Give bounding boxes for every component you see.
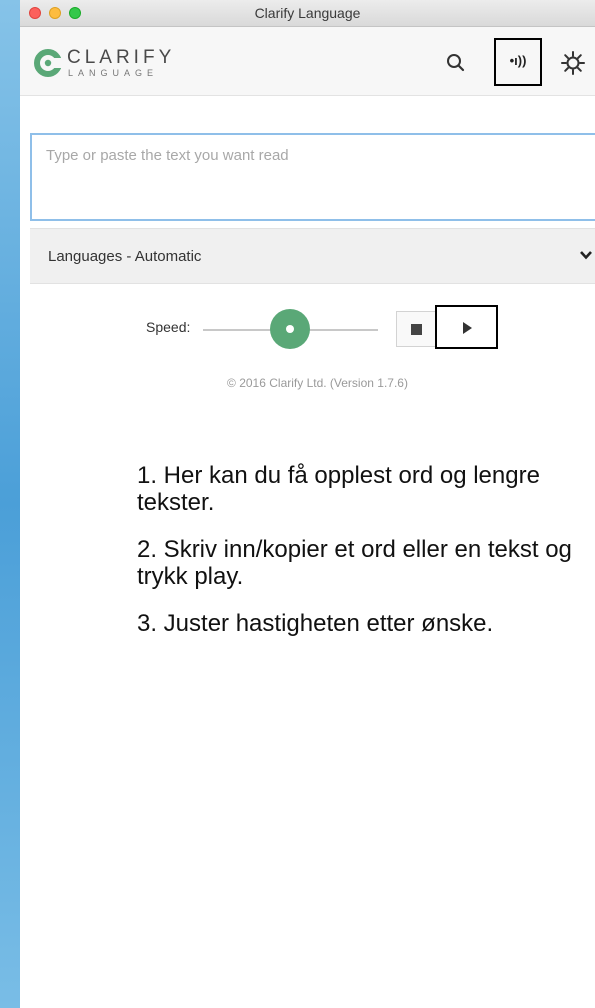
speed-label: Speed: (146, 319, 191, 335)
play-icon (463, 322, 472, 334)
speak-mode-button[interactable]: •ı)) (494, 38, 542, 86)
logo-icon (34, 49, 62, 77)
settings-gear-icon (561, 51, 585, 75)
window-title: Clarify Language (254, 5, 361, 21)
text-input-container (30, 133, 595, 221)
logo-subtext: LANGUAGE (68, 68, 159, 78)
search-button[interactable] (434, 41, 478, 85)
desktop-background (0, 0, 20, 1008)
logo-text: CLARIFY (67, 47, 176, 68)
language-dropdown[interactable]: Languages - Automatic (30, 228, 595, 284)
speed-slider-handle[interactable] (270, 309, 310, 349)
speaker-icon: •ı)) (509, 53, 527, 68)
language-selected-value: Languages - Automatic (48, 248, 202, 265)
title-bar[interactable]: Clarify Language (20, 0, 595, 27)
instruction-item-1: 1. Her kan du få opplest ord og lengre t… (137, 462, 540, 516)
play-button[interactable] (435, 305, 498, 349)
settings-button[interactable] (551, 41, 595, 85)
instructions-overlay: 1. Her kan du få opplest ord og lengre t… (137, 462, 577, 657)
text-to-read-input[interactable] (32, 135, 595, 219)
stop-button[interactable] (396, 311, 436, 347)
instruction-item-3: 3. Juster hastigheten etter ønske. (137, 610, 494, 637)
app-header: CLARIFY LANGUAGE •ı)) (20, 27, 595, 96)
search-icon (447, 54, 465, 72)
stop-icon (411, 324, 422, 335)
chevron-down-icon (580, 251, 592, 260)
instruction-item-2: 2. Skriv inn/kopier et ord eller en teks… (137, 536, 572, 590)
copyright-text: © 2016 Clarify Ltd. (Version 1.7.6) (227, 376, 408, 390)
